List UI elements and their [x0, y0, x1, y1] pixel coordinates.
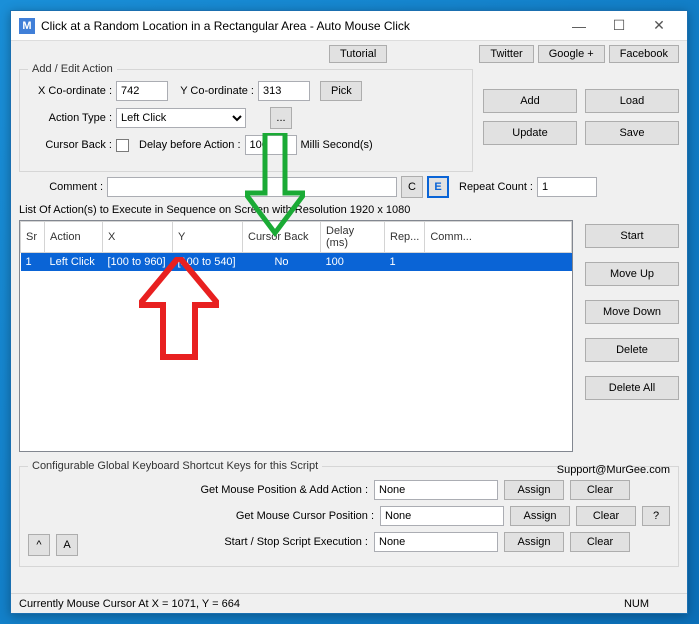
table-row[interactable]: 1 Left Click [100 to 960] [100 to 540] N…	[21, 253, 572, 272]
movedown-button[interactable]: Move Down	[585, 300, 679, 324]
status-text: Currently Mouse Cursor At X = 1071, Y = …	[19, 598, 240, 610]
close-button[interactable]: ✕	[639, 13, 679, 39]
cursor-back-label: Cursor Back :	[38, 139, 112, 151]
app-icon: M	[19, 18, 35, 34]
deleteall-button[interactable]: Delete All	[585, 376, 679, 400]
action-type-select[interactable]: Left Click	[116, 108, 246, 128]
add-button[interactable]: Add	[483, 89, 577, 113]
list-side-buttons: Start Move Up Move Down Delete Delete Al…	[585, 220, 679, 452]
shortcut-input-3[interactable]	[374, 532, 498, 552]
delay-unit: Milli Second(s)	[301, 139, 373, 151]
shortcut-label: Get Mouse Cursor Position :	[236, 510, 374, 522]
table-header-row: Sr Action X Y Cursor Back Delay (ms) Rep…	[21, 222, 572, 253]
maximize-button[interactable]: ☐	[599, 13, 639, 39]
top-links: Twitter Google + Facebook	[479, 45, 679, 63]
update-button[interactable]: Update	[483, 121, 577, 145]
edit-legend: Add / Edit Action	[28, 63, 117, 75]
assign-button-3[interactable]: Assign	[504, 532, 564, 552]
shortcut-label: Get Mouse Position & Add Action :	[200, 484, 368, 496]
action-type-label: Action Type :	[38, 112, 112, 124]
ycoord-input[interactable]	[258, 81, 310, 101]
titlebar: M Click at a Random Location in a Rectan…	[11, 11, 687, 41]
edit-group: Add / Edit Action X Co-ordinate : Y Co-o…	[19, 63, 473, 172]
twitter-link[interactable]: Twitter	[479, 45, 533, 63]
facebook-link[interactable]: Facebook	[609, 45, 679, 63]
window-title: Click at a Random Location in a Rectangu…	[41, 19, 559, 33]
delete-button[interactable]: Delete	[585, 338, 679, 362]
assign-button-1[interactable]: Assign	[504, 480, 564, 500]
list-caption: List Of Action(s) to Execute in Sequence…	[19, 204, 679, 216]
shortcut-input-2[interactable]	[380, 506, 504, 526]
repeat-label: Repeat Count :	[459, 181, 533, 193]
clear-button-3[interactable]: Clear	[570, 532, 630, 552]
app-window: M Click at a Random Location in a Rectan…	[10, 10, 688, 614]
ycoord-label: Y Co-ordinate :	[178, 85, 254, 97]
shortcut-label: Start / Stop Script Execution :	[224, 536, 368, 548]
content-area: Tutorial Twitter Google + Facebook Add /…	[11, 41, 687, 567]
tutorial-button[interactable]: Tutorial	[329, 45, 387, 63]
clear-button-2[interactable]: Clear	[576, 506, 636, 526]
delay-input[interactable]	[245, 135, 297, 155]
e-button[interactable]: E	[427, 176, 449, 198]
shortcuts-legend: Configurable Global Keyboard Shortcut Ke…	[28, 460, 322, 472]
numlock-indicator: NUM	[624, 598, 649, 610]
save-button[interactable]: Save	[585, 121, 679, 145]
c-button[interactable]: C	[401, 176, 423, 198]
shortcuts-group: Configurable Global Keyboard Shortcut Ke…	[19, 460, 679, 567]
xcoord-input[interactable]	[116, 81, 168, 101]
a-button[interactable]: A	[56, 534, 78, 556]
shortcut-input-1[interactable]	[374, 480, 498, 500]
moveup-button[interactable]: Move Up	[585, 262, 679, 286]
comment-input[interactable]	[107, 177, 397, 197]
edit-side-buttons: Add Load Update Save	[483, 63, 679, 178]
repeat-input[interactable]	[537, 177, 597, 197]
status-bar: Currently Mouse Cursor At X = 1071, Y = …	[11, 593, 687, 613]
cursor-back-checkbox[interactable]	[116, 139, 129, 152]
start-button[interactable]: Start	[585, 224, 679, 248]
clear-button-1[interactable]: Clear	[570, 480, 630, 500]
action-extra-button[interactable]: ...	[270, 107, 292, 129]
xcoord-label: X Co-ordinate :	[38, 85, 112, 97]
help-button[interactable]: ?	[642, 506, 670, 526]
actions-table[interactable]: Sr Action X Y Cursor Back Delay (ms) Rep…	[19, 220, 573, 452]
pick-button[interactable]: Pick	[320, 81, 362, 101]
delay-label: Delay before Action :	[139, 139, 241, 151]
minimize-button[interactable]: —	[559, 13, 599, 39]
assign-button-2[interactable]: Assign	[510, 506, 570, 526]
load-button[interactable]: Load	[585, 89, 679, 113]
google-link[interactable]: Google +	[538, 45, 605, 63]
comment-label: Comment :	[19, 181, 103, 193]
caret-button[interactable]: ^	[28, 534, 50, 556]
